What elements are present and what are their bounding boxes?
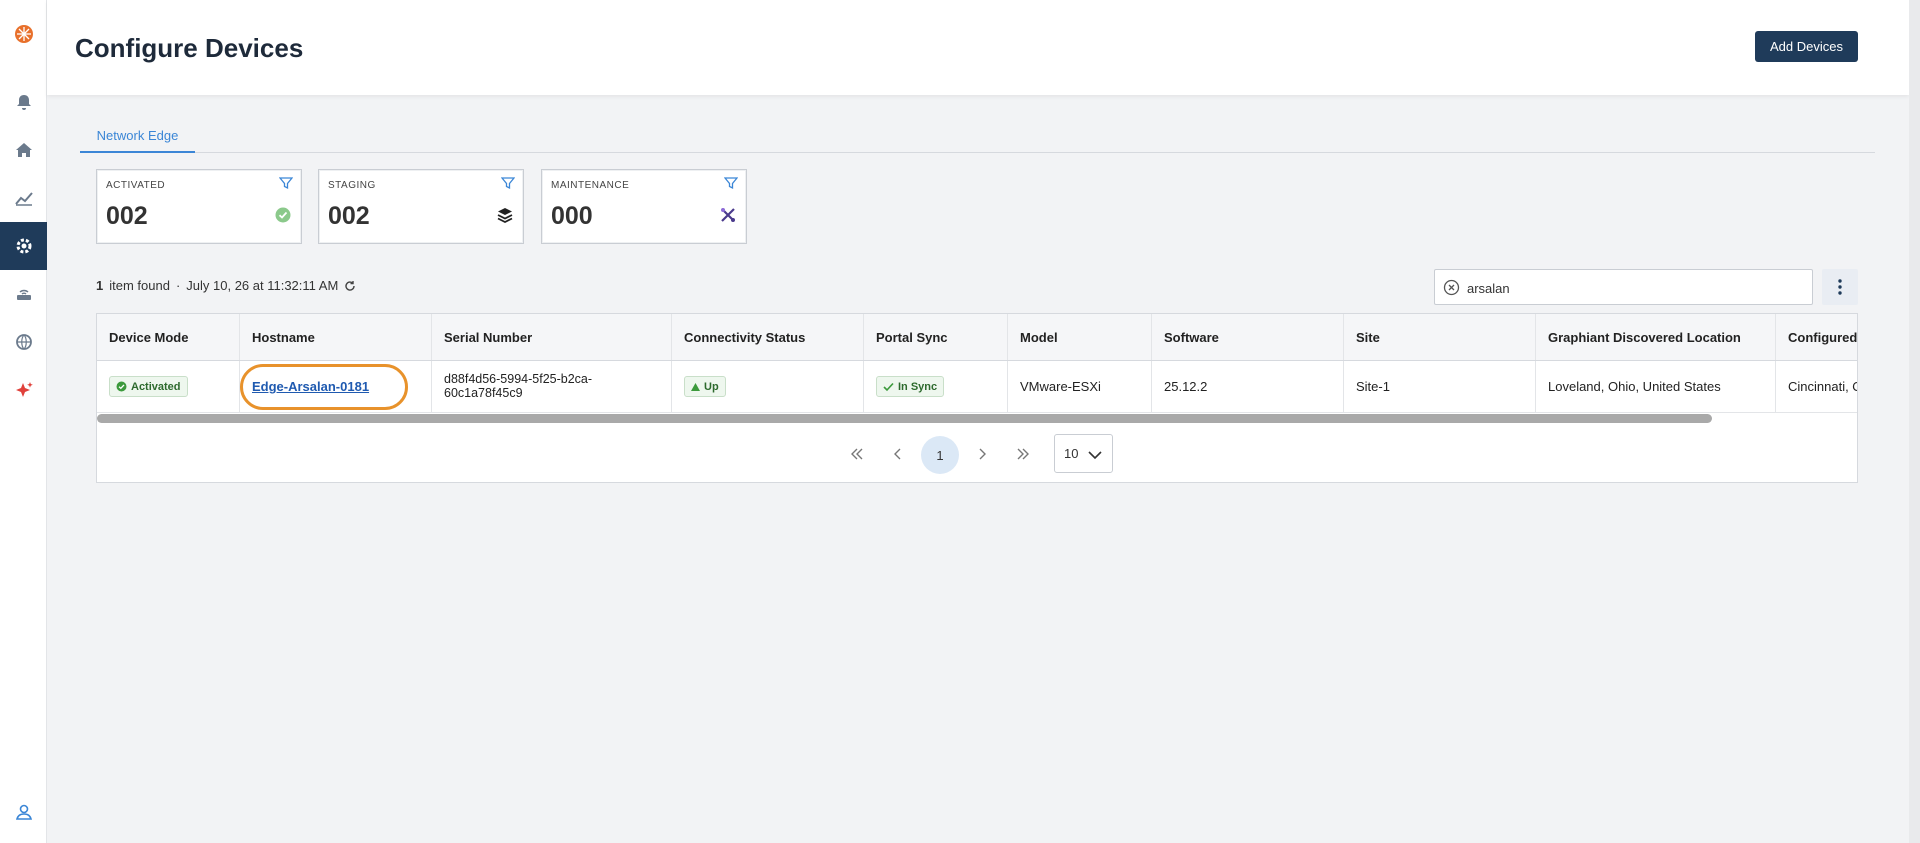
status-badge: Activated <box>109 376 188 397</box>
page-header: Configure Devices Add Devices <box>47 0 1909 95</box>
table-header: Device Mode Hostname Serial Number Conne… <box>97 314 1857 361</box>
serial-cell: d88f4d56-5994-5f25-b2ca- 60c1a78f45c9 <box>432 361 672 412</box>
column-header[interactable]: Device Mode <box>97 314 240 360</box>
stat-label: ACTIVATED <box>106 180 166 191</box>
stat-label: STAGING <box>328 180 376 191</box>
tab-bar: Network Edge <box>80 120 1875 153</box>
column-header[interactable]: Graphiant Discovered Location <box>1536 314 1776 360</box>
filter-icon[interactable] <box>279 176 293 190</box>
router-icon[interactable] <box>0 270 47 318</box>
stat-value: 000 <box>551 202 593 230</box>
current-page[interactable]: 1 <box>921 436 959 474</box>
user-icon[interactable] <box>0 788 47 836</box>
serial-line-1: d88f4d56-5994-5f25-b2ca- <box>444 371 593 386</box>
logo-icon[interactable] <box>0 10 47 58</box>
layers-icon <box>497 208 513 224</box>
column-header[interactable]: Hostname <box>240 314 432 360</box>
software-cell: 25.12.2 <box>1152 361 1344 412</box>
filter-icon[interactable] <box>724 176 738 190</box>
devices-table: Device Mode Hostname Serial Number Conne… <box>96 313 1858 483</box>
serial-line-2: 60c1a78f45c9 <box>444 385 523 400</box>
results-count: 1 <box>96 278 104 293</box>
check-circle-icon <box>275 207 291 223</box>
connectivity-badge: Up <box>684 376 726 397</box>
gear-icon[interactable] <box>0 222 47 270</box>
discovered-location-cell: Loveland, Ohio, United States <box>1536 361 1776 412</box>
serial-number: d88f4d56-5994-5f25-b2ca- 60c1a78f45c9 <box>444 371 593 401</box>
search-box <box>1434 269 1813 305</box>
hostname-cell: Edge-Arsalan-0181 <box>240 361 432 412</box>
more-options-button[interactable] <box>1822 269 1858 305</box>
page-size-value: 10 <box>1064 446 1079 461</box>
stat-value: 002 <box>106 202 148 230</box>
chevron-down-icon <box>1088 451 1102 460</box>
sparkle-icon[interactable] <box>0 366 47 414</box>
column-header[interactable]: Software <box>1152 314 1344 360</box>
portal-sync-label: In Sync <box>898 380 938 393</box>
pagination: 1 10 <box>97 434 1857 474</box>
connectivity-label: Up <box>704 380 719 393</box>
results-timestamp: July 10, 26 at 11:32:11 AM <box>186 278 339 293</box>
refresh-icon[interactable] <box>344 280 356 292</box>
next-page-icon[interactable] <box>969 441 995 467</box>
stat-card-activated[interactable]: ACTIVATED 002 <box>96 169 302 244</box>
prev-page-icon[interactable] <box>885 441 911 467</box>
column-header[interactable]: Site <box>1344 314 1536 360</box>
sync-badge: In Sync <box>876 376 945 397</box>
kebab-menu-icon <box>1838 279 1842 295</box>
configured-cell: Cincinnati, O <box>1776 361 1857 412</box>
clear-search-icon[interactable] <box>1443 279 1460 296</box>
tab-network-edge[interactable]: Network Edge <box>80 120 195 153</box>
stat-card-maintenance[interactable]: MAINTENANCE 000 <box>541 169 747 244</box>
results-summary: 1 item found · July 10, 26 at 11:32:11 A… <box>96 278 356 293</box>
first-page-icon[interactable] <box>844 441 870 467</box>
filter-icon[interactable] <box>501 176 515 190</box>
table-row[interactable]: Activated Edge-Arsalan-0181 d88f4d56-599… <box>97 361 1857 413</box>
model-cell: VMware-ESXi <box>1008 361 1152 412</box>
last-page-icon[interactable] <box>1010 441 1036 467</box>
home-icon[interactable] <box>0 126 47 174</box>
column-header[interactable]: Connectivity Status <box>672 314 864 360</box>
column-header[interactable]: Serial Number <box>432 314 672 360</box>
separator-dot: · <box>175 278 181 293</box>
highlight-ring <box>240 364 408 410</box>
column-header[interactable]: Portal Sync <box>864 314 1008 360</box>
connectivity-cell: Up <box>672 361 864 412</box>
stat-card-staging[interactable]: STAGING 002 <box>318 169 524 244</box>
arrow-up-icon <box>691 382 700 391</box>
results-text: item found <box>109 278 170 293</box>
check-icon <box>883 382 894 391</box>
portal-sync-cell: In Sync <box>864 361 1008 412</box>
sidebar <box>0 0 47 843</box>
device-mode-label: Activated <box>131 380 181 393</box>
search-input[interactable] <box>1467 278 1797 298</box>
page-title: Configure Devices <box>75 33 304 63</box>
window-scrollbar[interactable] <box>1909 0 1920 843</box>
tools-icon <box>721 208 735 222</box>
global-settings-icon[interactable] <box>0 318 47 366</box>
site-cell: Site-1 <box>1344 361 1536 412</box>
check-circle-icon <box>116 381 127 392</box>
page-size-select[interactable]: 10 <box>1054 434 1113 473</box>
bell-icon[interactable] <box>0 78 47 126</box>
stat-value: 002 <box>328 202 370 230</box>
column-header[interactable]: Model <box>1008 314 1152 360</box>
stat-label: MAINTENANCE <box>551 180 630 191</box>
column-header[interactable]: Configured <box>1776 314 1857 360</box>
analytics-icon[interactable] <box>0 174 47 222</box>
device-mode-cell: Activated <box>97 361 240 412</box>
add-devices-button[interactable]: Add Devices <box>1755 31 1858 62</box>
horizontal-scrollbar[interactable] <box>97 414 1712 423</box>
